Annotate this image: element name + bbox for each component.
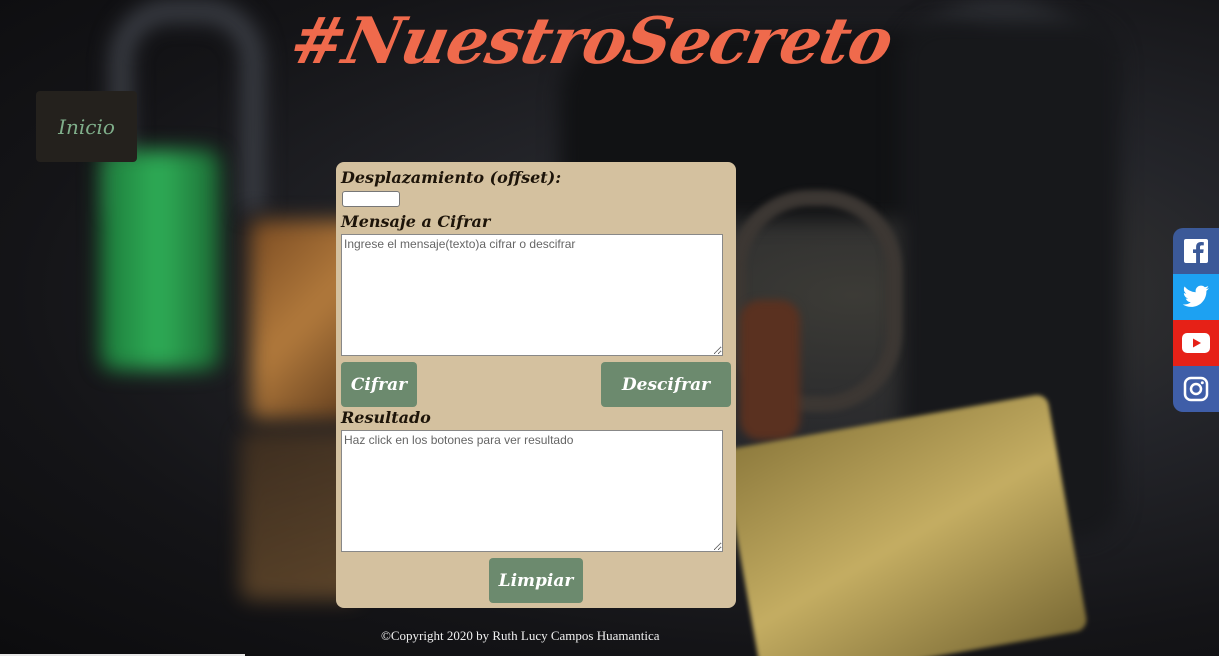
- twitter-link[interactable]: [1173, 274, 1219, 320]
- nav-home-button[interactable]: Inicio: [36, 91, 137, 162]
- decrypt-button[interactable]: Descifrar: [601, 362, 731, 407]
- facebook-icon: [1184, 239, 1208, 263]
- footer-copyright: ©Copyright 2020 by Ruth Lucy Campos Huam…: [381, 628, 660, 643]
- instagram-link[interactable]: [1173, 366, 1219, 412]
- encrypt-button[interactable]: Cifrar: [341, 362, 417, 407]
- youtube-icon: [1182, 333, 1210, 353]
- offset-label: Desplazamiento (offset):: [341, 168, 562, 187]
- result-label: Resultado: [341, 408, 431, 427]
- page-title: #NuestroSecreto: [284, 4, 899, 79]
- cipher-form-panel: Desplazamiento (offset): Mensaje a Cifra…: [336, 162, 736, 608]
- social-bar: [1173, 228, 1219, 412]
- instagram-icon: [1183, 376, 1209, 402]
- result-textarea[interactable]: [341, 430, 723, 552]
- clear-button[interactable]: Limpiar: [489, 558, 583, 603]
- twitter-icon: [1182, 285, 1209, 307]
- message-textarea[interactable]: [341, 234, 723, 356]
- youtube-link[interactable]: [1173, 320, 1219, 366]
- message-label: Mensaje a Cifrar: [341, 212, 491, 231]
- facebook-link[interactable]: [1173, 228, 1219, 274]
- offset-input[interactable]: [342, 191, 400, 207]
